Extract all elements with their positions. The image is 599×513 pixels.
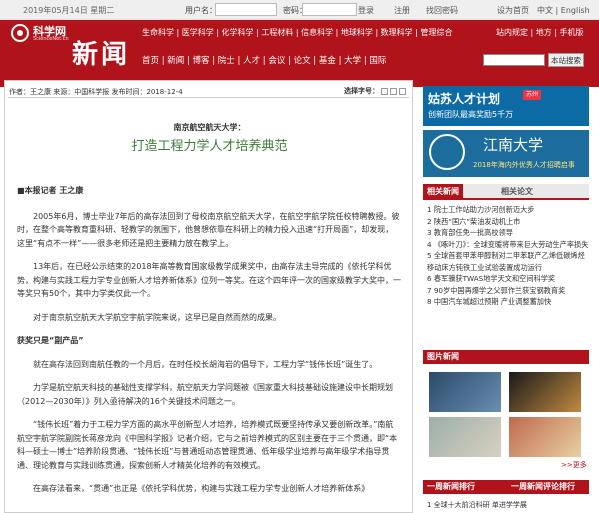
top-bar: 2019年05月14日 星期二 用户名： 密码： 登录 注册 找回密码 设为首页… [0, 0, 599, 20]
ranking-item[interactable]: 1 全球十大前沿科研 单进学学展 [427, 500, 527, 510]
list-item[interactable]: 3 教育部任免一批高校领导 [423, 227, 589, 239]
related-tabs: 相关新闻 相关论文 [423, 184, 589, 200]
language-switch[interactable]: 中文 | English [537, 5, 590, 16]
paragraph: 就在高存法回到南航任教的一个月后，在时任校长胡海岩的倡导下，工程力学“钱伟长班”… [33, 359, 378, 369]
talent-banner[interactable]: 姑苏人才计划 苏州 创新团队最高奖励5千万 [423, 86, 589, 126]
font-size-small[interactable] [381, 87, 388, 95]
list-item[interactable]: 7 90岁中国再爆学之父郭作兰获宝钢教育奖 [423, 285, 589, 297]
ranking-tabs: 一周新闻排行 一周新闻评论排行 [423, 480, 589, 494]
university-banner[interactable]: 江南大学 2018年海内外优秀人才招聘启事 [423, 130, 589, 177]
article-subtitle: 南京航空航天大学： [173, 123, 246, 132]
paragraph: 力学是航空航天科技的基础性支撑学科，航空航天力学问题被《国家重大科技基础设施建设… [17, 383, 393, 406]
section-title: 新闻 [72, 40, 131, 70]
article-panel: 作者：王之康 来源：中国科学报 发布时间：2018-12-4 选择字号： 南京航… [4, 80, 413, 513]
paragraph: 在高存法看来，“贯通”也正是《依托学科优势，构建与实践工程力学专业创新人才培养新… [33, 484, 370, 493]
list-item[interactable]: 2 陕西“国六”柴油发动机上市 [423, 216, 589, 228]
username-label: 用户名： [185, 6, 217, 15]
list-item[interactable]: 1 院士工作站助力沙河创新迈大步 [423, 204, 589, 216]
paragraph: “钱伟长班”着力于工程力学方面的高水平创新型人才培养，培养模式既要坚持传承又要创… [17, 420, 398, 470]
article-body: ■本报记者 王之康 2005年6月，博士毕业7年后的高存法回到了母校南京航空航天… [17, 184, 401, 506]
logo-icon [11, 24, 29, 42]
tab-related-papers[interactable]: 相关论文 [497, 184, 537, 200]
font-size-selector[interactable]: 选择字号： [344, 86, 406, 96]
university-seal-icon [429, 134, 465, 170]
banner-subtitle: 创新团队最高奖励5千万 [428, 110, 514, 119]
list-item[interactable]: 4 《啄叶刀》：全球变暖将带来巨大劳动生产率损失 [423, 239, 589, 251]
list-item[interactable]: 8 中国汽车城超过预期 产业调整蓄加快 [423, 296, 589, 308]
photo-news-header: 图片新闻 [423, 350, 589, 364]
paragraph: 2005年6月，博士毕业7年后的高存法回到了母校南京航空航天大学，在航空宇航学院… [17, 211, 400, 248]
more-link[interactable]: >>更多 [561, 460, 587, 470]
banner-badge: 苏州 [523, 90, 541, 100]
article-meta: 作者：王之康 来源：中国科学报 发布时间：2018-12-4 [9, 88, 183, 96]
paragraph: 对于南京航空航天大学航空宇航学院来说，这早已是自然而然的成果。 [33, 312, 281, 322]
banner-subtitle: 2018年海内外优秀人才招聘启事 [473, 161, 575, 169]
login-link[interactable]: 登录 [358, 5, 374, 16]
main-nav[interactable]: 首页 | 新闻 | 博客 | 院士 | 人才 | 会议 | 论文 | 基金 | … [142, 54, 386, 66]
tab-related-news[interactable]: 相关新闻 [423, 184, 463, 200]
current-date: 2019年05月14日 星期二 [23, 6, 115, 15]
section-heading: 获奖只是“副产品” [17, 336, 84, 345]
font-size-label: 选择字号： [344, 87, 379, 95]
photo-thumbnail[interactable] [429, 372, 501, 412]
font-size-medium[interactable] [390, 87, 397, 95]
photo-thumbnail[interactable] [509, 372, 581, 412]
photo-thumbnail[interactable] [509, 417, 581, 457]
password-input[interactable] [302, 3, 357, 16]
tab-week-news[interactable]: 一周新闻排行 [427, 480, 475, 494]
reporter-line: ■本报记者 王之康 [17, 186, 84, 195]
article-title: 打造工程力学人才培养典范 [131, 139, 288, 154]
font-size-large[interactable] [399, 87, 406, 95]
forgot-password-link[interactable]: 找回密码 [426, 5, 458, 16]
utility-nav[interactable]: 站内规定 | 地方 | 手机版 [496, 27, 584, 38]
tab-week-comments[interactable]: 一周新闻评论排行 [511, 480, 575, 494]
username-input[interactable] [215, 3, 277, 16]
category-nav[interactable]: 生命科学 | 医学科学 | 化学科学 | 工程材料 | 信息科学 | 地球科学 … [142, 27, 452, 38]
photo-thumbnail[interactable] [429, 417, 501, 457]
meta-divider [8, 97, 409, 98]
logo-subtext: ScienceNet.cn [33, 36, 69, 42]
site-search-input[interactable] [483, 54, 545, 66]
list-item[interactable]: 6 春军骥获TWAS地学天文和空间科学奖 [423, 273, 589, 285]
set-home-link[interactable]: 设为首页 [497, 5, 529, 16]
site-header: 科学网 ScienceNet.cn 新闻 生命科学 | 医学科学 | 化学科学 … [0, 20, 599, 87]
paragraph: 13年后，在已经公示结束的2018年高等教育国家级教学成果奖中，由高存法主导完成… [17, 262, 401, 298]
site-search-button[interactable]: 本站搜索 [548, 53, 584, 67]
banner-title: 江南大学 [483, 136, 544, 154]
register-link[interactable]: 注册 [394, 5, 410, 16]
related-news-list: 1 院士工作站助力沙河创新迈大步 2 陕西“国六”柴油发动机上市 3 教育部任免… [423, 204, 589, 308]
banner-title: 姑苏人才计划 [428, 92, 501, 106]
list-item[interactable]: 5 全球首套甲苯甲醇制对二甲苯联产乙烯低碳烯烃移动床方钝铁工业试验装置成功运行 [423, 250, 589, 273]
